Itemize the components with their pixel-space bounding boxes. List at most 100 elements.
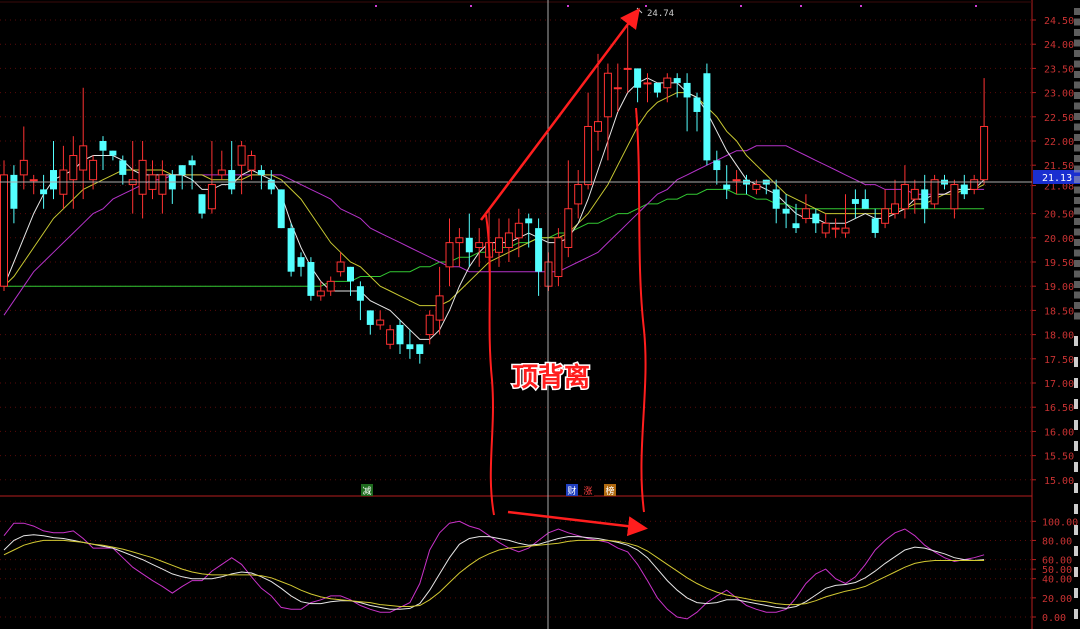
- candle-body: [960, 184, 968, 195]
- high-marker-label: 24.74: [647, 9, 674, 19]
- candle-body: [801, 208, 810, 219]
- candle-body: [693, 97, 701, 112]
- side-panel-glyph: [1074, 39, 1080, 47]
- candle-body: [653, 82, 661, 93]
- candle-body: [396, 324, 404, 345]
- candle-body: [347, 266, 354, 282]
- y-tick-label: 22.50: [1044, 113, 1074, 124]
- current-price-label: 21.13: [1042, 173, 1072, 184]
- candle-body: [336, 261, 345, 273]
- candle-body: [713, 160, 721, 171]
- side-panel-glyph: [1074, 249, 1080, 257]
- osc-y-tick-label: 20.00: [1042, 594, 1072, 605]
- candle-body: [723, 184, 731, 190]
- candle-body: [613, 87, 622, 90]
- candle-body: [435, 295, 444, 321]
- side-panel-glyph: [1074, 588, 1078, 598]
- candle-body: [970, 179, 979, 190]
- side-panel-glyph: [1074, 102, 1080, 110]
- side-panel-glyph: [1074, 357, 1078, 367]
- side-panel-glyph: [1074, 71, 1080, 78]
- candle-body: [861, 199, 869, 209]
- y-tick-label: 23.50: [1044, 64, 1074, 75]
- candle-body: [40, 189, 48, 195]
- candle-body: [138, 159, 147, 195]
- candle-body: [921, 189, 929, 209]
- y-tick-label: 15.00: [1044, 476, 1074, 487]
- candle-body: [812, 213, 820, 224]
- candle-body: [683, 82, 691, 98]
- y-tick-label: 15.50: [1044, 452, 1074, 463]
- event-badge-label: 财: [568, 485, 577, 497]
- candle-body: [119, 160, 127, 175]
- candle-body: [386, 329, 395, 345]
- candle-body: [10, 174, 18, 209]
- candle-body: [445, 242, 454, 268]
- event-badge-label: 榜: [606, 485, 615, 497]
- candle-body: [198, 194, 206, 214]
- candle-body: [307, 262, 315, 296]
- stock-chart: 24.5024.0023.5023.0022.5022.0021.5021.08…: [0, 0, 1080, 629]
- side-panel-glyph: [1074, 302, 1080, 309]
- candle-body: [277, 189, 285, 229]
- candle-body: [50, 170, 57, 190]
- top-event-marker: [567, 5, 569, 7]
- candle-body: [831, 227, 840, 230]
- side-panel-glyph: [1074, 281, 1080, 288]
- candle-body: [316, 290, 325, 297]
- side-panel-glyph: [1074, 260, 1080, 267]
- candle-body: [980, 125, 989, 181]
- candle-body: [297, 257, 305, 267]
- y-tick-label: 18.00: [1044, 331, 1074, 342]
- y-tick-label: 18.50: [1044, 306, 1074, 317]
- side-panel-glyph: [1074, 291, 1080, 299]
- side-panel-glyph: [1074, 144, 1080, 152]
- y-tick-label: 17.50: [1044, 355, 1074, 366]
- side-panel-glyph: [1074, 29, 1080, 36]
- side-panel-glyph: [1074, 336, 1078, 346]
- y-tick-label: 20.00: [1044, 234, 1074, 245]
- candle-body: [89, 159, 98, 181]
- candle-body: [217, 169, 226, 176]
- side-panel-glyph: [1074, 504, 1078, 514]
- candle-body: [792, 223, 800, 229]
- y-tick-label: 19.50: [1044, 258, 1074, 269]
- side-panel-glyph: [1074, 176, 1080, 183]
- side-panel-glyph: [1074, 207, 1080, 215]
- side-panel-glyph: [1074, 441, 1078, 451]
- side-panel-glyph: [1074, 270, 1080, 278]
- candle-body: [99, 141, 107, 151]
- candle-body: [603, 72, 612, 118]
- y-tick-label: 17.00: [1044, 379, 1074, 390]
- top-event-marker: [860, 5, 862, 7]
- side-panel-glyph: [1074, 483, 1078, 493]
- side-panel-glyph: [1074, 60, 1080, 68]
- candle-body: [376, 319, 385, 326]
- side-panel-glyph: [1074, 197, 1080, 204]
- candle-body: [158, 174, 167, 195]
- y-tick-label: 19.00: [1044, 282, 1074, 293]
- background: [0, 0, 1080, 629]
- candle-body: [455, 237, 464, 244]
- candle-body: [554, 237, 563, 278]
- candle-body: [851, 199, 859, 204]
- side-panel-glyph: [1074, 399, 1078, 409]
- candle-body: [950, 184, 959, 210]
- side-panel-glyph: [1074, 155, 1080, 162]
- y-tick-label: 16.50: [1044, 403, 1074, 414]
- side-panel-glyph: [1074, 228, 1080, 236]
- top-event-marker: [740, 5, 742, 7]
- candle-body: [406, 344, 414, 350]
- candle-body: [663, 77, 672, 89]
- candle-body: [871, 218, 879, 233]
- osc-y-tick-label: 40.00: [1042, 575, 1072, 586]
- candle-body: [356, 286, 364, 301]
- candle-body: [841, 227, 850, 234]
- candle-body: [643, 82, 652, 85]
- y-tick-label: 20.50: [1044, 210, 1074, 221]
- y-tick-label: 24.50: [1044, 16, 1074, 27]
- candle-body: [178, 165, 186, 175]
- candle-body: [910, 188, 919, 200]
- candle-body: [326, 280, 335, 292]
- candle-body: [188, 160, 196, 166]
